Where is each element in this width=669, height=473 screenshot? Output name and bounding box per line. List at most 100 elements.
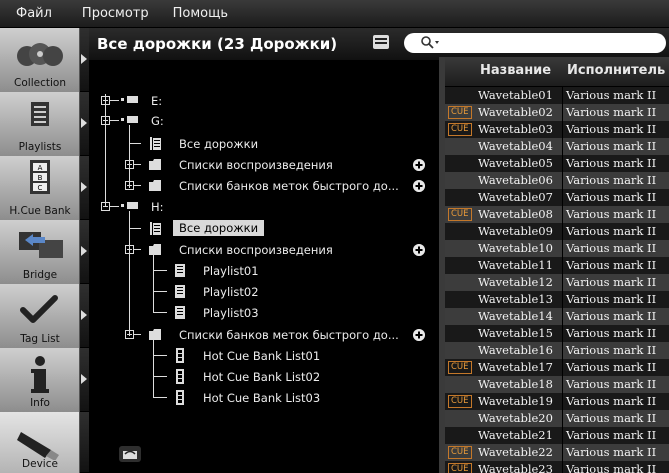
menu-file[interactable]: Файл bbox=[0, 0, 70, 28]
drive-icon bbox=[121, 96, 138, 103]
cue-badge: CUE bbox=[448, 106, 472, 119]
sidebar-item-hot-cue-bank[interactable]: A B C H.Cue Bank bbox=[0, 156, 89, 220]
column-header-title[interactable]: Название bbox=[480, 63, 551, 78]
table-row[interactable]: CUE Wavetable23 Various mark II bbox=[445, 461, 669, 473]
track-title: Wavetable08 bbox=[478, 207, 553, 221]
track-artist: Various mark II bbox=[566, 224, 657, 238]
sidebar-item-tag-list[interactable]: Tag List bbox=[0, 284, 89, 348]
table-row[interactable]: CUE Wavetable19 Various mark II bbox=[445, 393, 669, 410]
drive-icon bbox=[121, 116, 138, 123]
table-row[interactable]: Wavetable09 Various mark II bbox=[445, 223, 669, 240]
chevron-right-icon bbox=[81, 246, 87, 256]
tree-label: H: bbox=[151, 200, 164, 214]
table-row[interactable]: Wavetable10 Various mark II bbox=[445, 240, 669, 257]
track-artist: Various mark II bbox=[566, 156, 657, 170]
add-icon[interactable] bbox=[413, 244, 425, 256]
tree-drive-h[interactable]: H: bbox=[121, 198, 457, 216]
cue-badge: CUE bbox=[448, 208, 472, 221]
cue-badge: CUE bbox=[448, 361, 472, 374]
track-title: Wavetable15 bbox=[478, 326, 553, 340]
track-table: Название Исполнитель Wavetable01 Various … bbox=[445, 57, 669, 473]
menu-view[interactable]: Просмотр bbox=[70, 0, 161, 28]
tree-playlist-02[interactable]: Playlist02 bbox=[171, 283, 371, 301]
tree-g-all-tracks[interactable]: Все дорожки bbox=[145, 135, 345, 153]
folder-icon bbox=[149, 244, 161, 255]
sidebar-item-label: H.Cue Bank bbox=[9, 205, 71, 217]
add-icon[interactable] bbox=[413, 180, 425, 192]
table-row[interactable]: Wavetable18 Various mark II bbox=[445, 376, 669, 393]
table-row[interactable]: CUE Wavetable02 Various mark II bbox=[445, 104, 669, 121]
track-title: Wavetable01 bbox=[478, 88, 553, 102]
svg-text:A: A bbox=[38, 164, 43, 172]
tree-h-playlists[interactable]: Списки воспроизведения bbox=[145, 241, 431, 259]
table-row[interactable]: Wavetable15 Various mark II bbox=[445, 325, 669, 342]
playlists-icon bbox=[31, 102, 49, 126]
track-artist: Various mark II bbox=[566, 309, 657, 323]
track-title: Wavetable07 bbox=[478, 190, 553, 204]
tree-label: Все дорожки bbox=[173, 220, 265, 236]
track-title: Wavetable16 bbox=[478, 343, 553, 357]
table-row[interactable]: CUE Wavetable03 Various mark II bbox=[445, 121, 669, 138]
table-row[interactable]: Wavetable04 Various mark II bbox=[445, 138, 669, 155]
tree-g-playlists[interactable]: Списки воспроизведения bbox=[145, 156, 431, 174]
table-row[interactable]: CUE Wavetable17 Various mark II bbox=[445, 359, 669, 376]
add-icon[interactable] bbox=[413, 159, 425, 171]
track-artist: Various mark II bbox=[566, 462, 657, 473]
svg-text:C: C bbox=[38, 184, 43, 192]
table-row[interactable]: Wavetable11 Various mark II bbox=[445, 257, 669, 274]
view-mode-icon[interactable] bbox=[373, 35, 389, 49]
tree-cue-bank-03[interactable]: Hot Cue Bank List03 bbox=[171, 389, 391, 407]
table-row[interactable]: Wavetable14 Various mark II bbox=[445, 308, 669, 325]
sidebar-item-playlists[interactable]: Playlists bbox=[0, 92, 89, 156]
add-icon[interactable] bbox=[413, 329, 425, 341]
drive-icon bbox=[121, 202, 138, 209]
tree-h-cue-banks[interactable]: Списки банков меток быстрого до... bbox=[145, 326, 431, 344]
tree-drive-e[interactable]: E: bbox=[121, 92, 457, 110]
track-title: Wavetable12 bbox=[478, 275, 553, 289]
track-artist: Various mark II bbox=[566, 292, 657, 306]
table-row[interactable]: Wavetable13 Various mark II bbox=[445, 291, 669, 308]
track-title: Wavetable02 bbox=[478, 105, 553, 119]
content-header: Все дорожки (23 Дорожки) bbox=[89, 28, 669, 60]
table-row[interactable]: Wavetable21 Various mark II bbox=[445, 427, 669, 444]
table-row[interactable]: CUE Wavetable22 Various mark II bbox=[445, 444, 669, 461]
tree-label: Hot Cue Bank List01 bbox=[203, 349, 321, 363]
tree-g-cue-banks[interactable]: Списки банков меток быстрого до... bbox=[145, 177, 431, 195]
table-row[interactable]: Wavetable05 Various mark II bbox=[445, 155, 669, 172]
sidebar-item-info[interactable]: Info bbox=[0, 348, 89, 412]
search-icon[interactable] bbox=[420, 35, 442, 51]
track-title: Wavetable05 bbox=[478, 156, 553, 170]
track-artist: Various mark II bbox=[566, 377, 657, 391]
folder-icon bbox=[149, 159, 161, 170]
tree-playlist-03[interactable]: Playlist03 bbox=[171, 304, 371, 322]
column-header-artist[interactable]: Исполнитель bbox=[567, 63, 665, 78]
table-row[interactable]: Wavetable20 Various mark II bbox=[445, 410, 669, 427]
menu-bar: Файл Просмотр Помощь bbox=[0, 0, 669, 28]
tracks-icon bbox=[150, 222, 161, 235]
table-row[interactable]: Wavetable06 Various mark II bbox=[445, 172, 669, 189]
sidebar-item-device[interactable]: Device bbox=[0, 412, 89, 473]
tree-h-all-tracks[interactable]: Все дорожки bbox=[145, 220, 345, 238]
tree-label: Hot Cue Bank List02 bbox=[203, 370, 321, 384]
search-input[interactable] bbox=[404, 33, 666, 53]
playlist-icon bbox=[175, 285, 185, 298]
table-row[interactable]: Wavetable16 Various mark II bbox=[445, 342, 669, 359]
table-row[interactable]: Wavetable07 Various mark II bbox=[445, 189, 669, 206]
sidebar-item-label: Device bbox=[22, 458, 58, 470]
chevron-right-icon bbox=[81, 118, 87, 128]
table-row[interactable]: CUE Wavetable08 Various mark II bbox=[445, 206, 669, 223]
playlist-icon bbox=[175, 306, 185, 319]
tree-cue-bank-01[interactable]: Hot Cue Bank List01 bbox=[171, 347, 391, 365]
sync-device-icon[interactable] bbox=[119, 444, 141, 464]
track-title: Wavetable09 bbox=[478, 224, 553, 238]
track-artist: Various mark II bbox=[566, 394, 657, 408]
menu-help[interactable]: Помощь bbox=[161, 0, 240, 28]
tree-cue-bank-02[interactable]: Hot Cue Bank List02 bbox=[171, 368, 391, 386]
sidebar-item-bridge[interactable]: Bridge bbox=[0, 220, 89, 284]
table-row[interactable]: Wavetable12 Various mark II bbox=[445, 274, 669, 291]
table-row[interactable]: Wavetable01 Various mark II bbox=[445, 87, 669, 104]
tree-playlist-01[interactable]: Playlist01 bbox=[171, 262, 371, 280]
tree-drive-g[interactable]: G: bbox=[121, 112, 457, 130]
sidebar-item-collection[interactable]: Collection bbox=[0, 28, 89, 92]
tree-label: Playlist01 bbox=[203, 264, 259, 278]
